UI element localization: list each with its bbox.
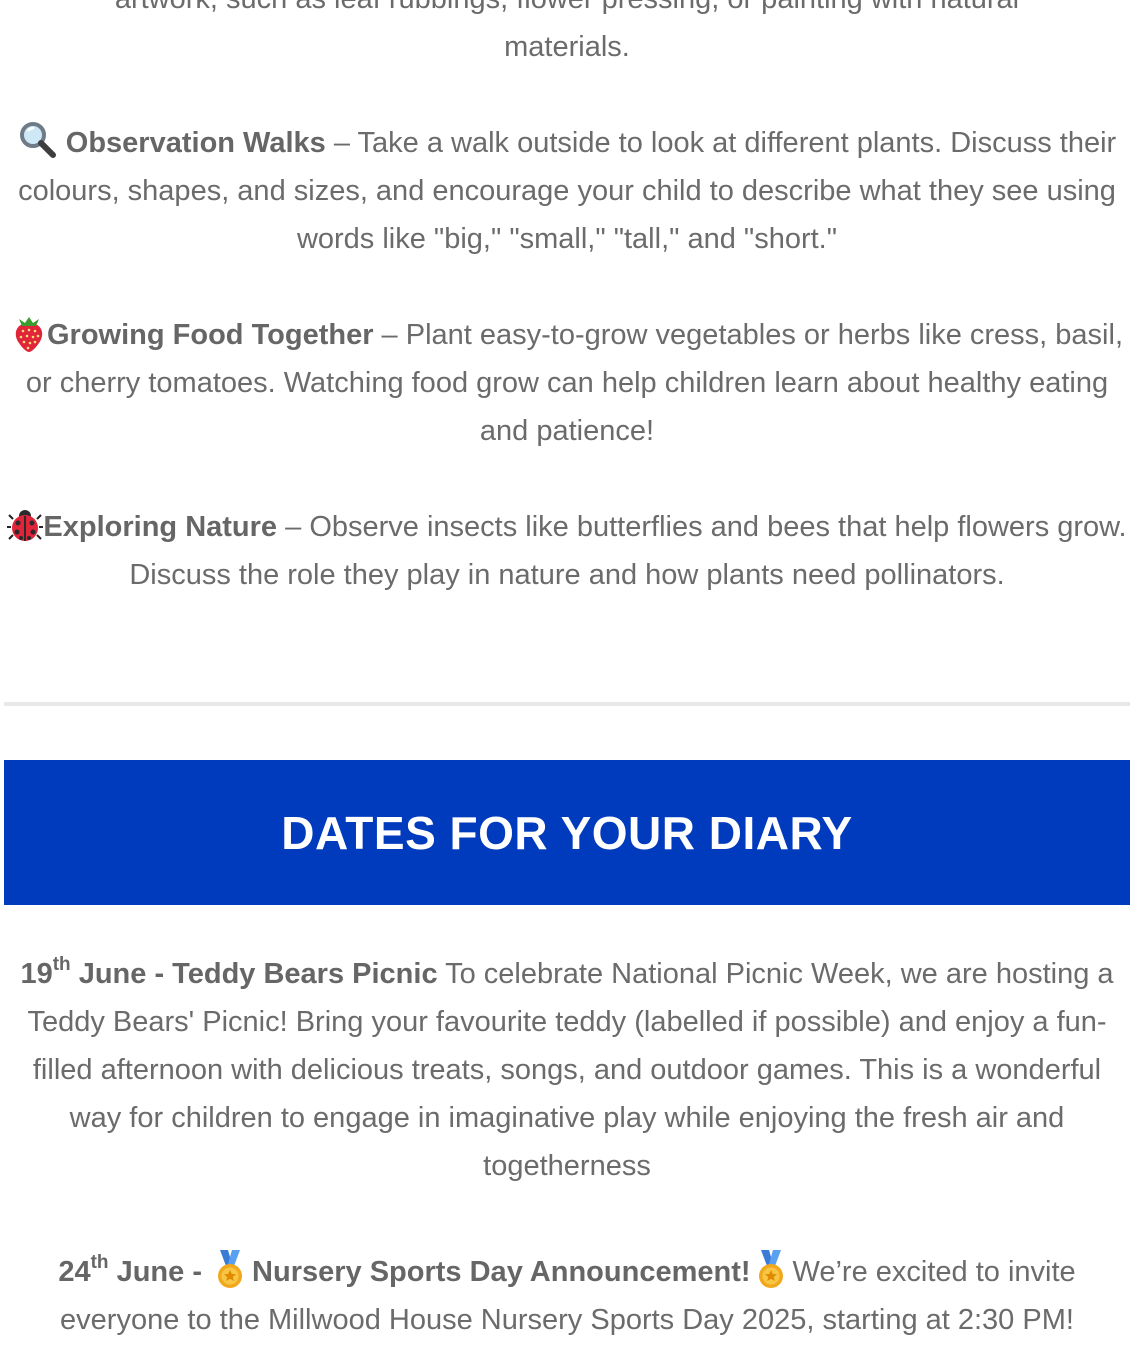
- activity-text: – Observe insects like butterflies and b…: [129, 511, 1127, 591]
- magnifying-glass-icon: [18, 120, 58, 160]
- event-day: 19: [20, 958, 53, 990]
- event-text: To celebrate National Picnic Week, we ar…: [27, 958, 1114, 1182]
- event-date: 19th June - Teddy Bears Picnic: [20, 955, 438, 990]
- event-sports-day: 24th June - Nursery Sports Day Announcem…: [4, 1248, 1130, 1344]
- diary-banner: DATES FOR YOUR DIARY: [4, 760, 1130, 905]
- activity-exploring-nature: Exploring Nature – Observe insects like …: [4, 503, 1130, 599]
- event-title: Nursery Sports Day Announcement!: [252, 1256, 751, 1288]
- medal-icon: [755, 1250, 787, 1290]
- section-divider: [4, 702, 1130, 706]
- event-day: 24: [58, 1256, 91, 1288]
- event-day-suffix: th: [90, 1252, 109, 1273]
- event-teddy-bears-picnic: 19th June - Teddy Bears Picnic To celebr…: [4, 950, 1130, 1190]
- strawberry-icon: [11, 313, 47, 353]
- event-day-suffix: th: [52, 954, 71, 975]
- activity-title: Observation Walks: [65, 127, 326, 159]
- medal-icon: [214, 1250, 246, 1290]
- activity-observation-walks: Observation Walks – Take a walk outside …: [4, 119, 1130, 263]
- diary-heading: DATES FOR YOUR DIARY: [281, 806, 853, 859]
- intro-paragraph-tail: artwork, such as leaf rubbings, flower p…: [4, 0, 1130, 71]
- intro-line-1: artwork, such as leaf rubbings, flower p…: [115, 0, 1019, 15]
- intro-line-2: materials.: [504, 31, 630, 63]
- event-title-prefix: June -: [108, 1256, 211, 1288]
- activity-title: Exploring Nature: [43, 511, 278, 543]
- ladybug-icon: [7, 507, 44, 543]
- activity-title: Growing Food Together: [47, 319, 374, 351]
- event-title: June - Teddy Bears Picnic: [70, 958, 438, 990]
- activity-growing-food: Growing Food Together – Plant easy-to-gr…: [4, 311, 1130, 455]
- event-date: 24th June -: [58, 1253, 211, 1288]
